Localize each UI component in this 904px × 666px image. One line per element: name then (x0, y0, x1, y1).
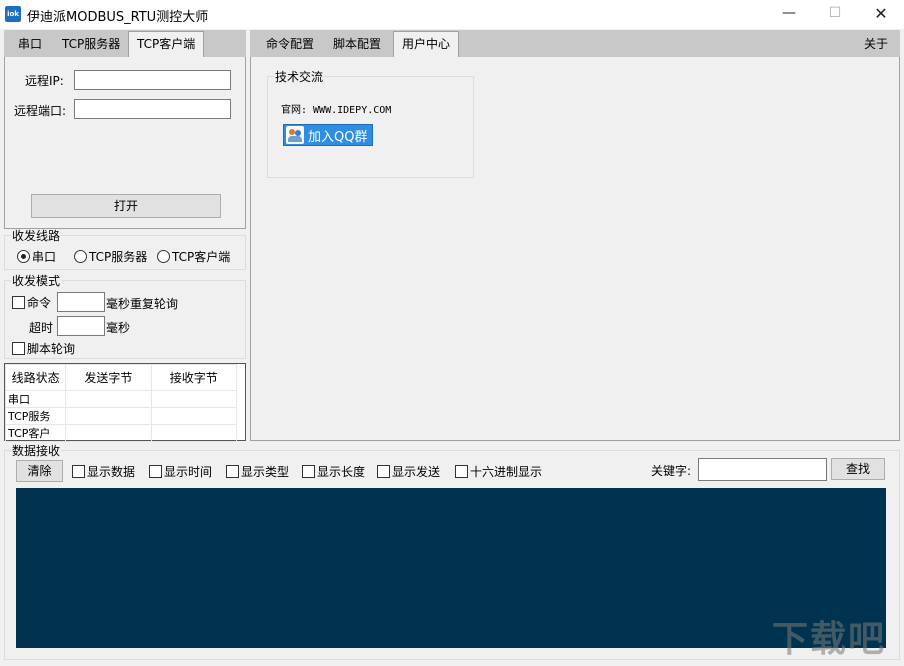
window-title: 伊迪派MODBUS_RTU测控大师 (27, 6, 208, 25)
remote-ip-input[interactable] (74, 70, 231, 90)
tcp-client-panel: 远程IP: 远程端口: 打开 (4, 57, 246, 229)
people-icon (286, 126, 304, 144)
checkbox-icon (302, 465, 315, 478)
show-data-checkbox[interactable]: 显示数据 (72, 463, 135, 480)
route-name-cell: TCP客户 (6, 425, 66, 442)
show-type-label: 显示类型 (241, 463, 289, 480)
status-table: 线路状态 发送字节 接收字节 串口 TCP服务 TCP客户 (5, 364, 237, 442)
command-checkbox[interactable]: 命令 (12, 294, 51, 311)
sent-bytes-cell (66, 391, 151, 408)
table-row: TCP服务 (6, 408, 237, 425)
checkbox-icon (12, 342, 25, 355)
radio-icon (157, 250, 170, 263)
route-name-cell: TCP服务 (6, 408, 66, 425)
tab-tcp-server[interactable]: TCP服务器 (54, 32, 128, 57)
timeout-suffix: 毫秒 (106, 319, 130, 336)
status-header: 线路状态 (6, 365, 66, 391)
checkbox-icon (149, 465, 162, 478)
maximize-button[interactable]: ☐ (812, 0, 858, 29)
join-qq-label: 加入QQ群 (308, 126, 367, 145)
tab-serial[interactable]: 串口 (10, 32, 50, 57)
recv-bytes-cell (151, 391, 236, 408)
sent-bytes-header: 发送字节 (66, 365, 151, 391)
route-radio-serial-label: 串口 (32, 248, 56, 265)
route-radio-serial[interactable]: 串口 (17, 248, 56, 265)
tab-command-config[interactable]: 命令配置 (258, 32, 322, 57)
join-qq-button[interactable]: 加入QQ群 (283, 124, 373, 146)
open-button[interactable]: 打开 (31, 194, 221, 218)
show-time-label: 显示时间 (164, 463, 212, 480)
sent-bytes-cell (66, 408, 151, 425)
sent-bytes-cell (66, 425, 151, 442)
checkbox-icon (226, 465, 239, 478)
remote-port-input[interactable] (74, 99, 231, 119)
show-type-checkbox[interactable]: 显示类型 (226, 463, 289, 480)
repeat-suffix: 毫秒重复轮询 (106, 295, 178, 312)
close-button[interactable]: ✕ (858, 0, 904, 29)
radio-selected-icon (17, 250, 30, 263)
tech-legend: 技术交流 (274, 68, 324, 85)
show-send-checkbox[interactable]: 显示发送 (377, 463, 440, 480)
timeout-input[interactable] (57, 316, 105, 336)
route-radio-tcp-client-label: TCP客户端 (172, 248, 230, 265)
table-row: TCP客户 (6, 425, 237, 442)
minimize-button[interactable]: — (766, 0, 812, 29)
search-button[interactable]: 查找 (831, 458, 885, 480)
route-radio-tcp-server-label: TCP服务器 (89, 248, 147, 265)
website-text: 官网: WWW.IDEPY.COM (281, 101, 391, 116)
title-bar: iok 伊迪派MODBUS_RTU测控大师 — ☐ ✕ (0, 0, 904, 29)
script-poll-label: 脚本轮询 (27, 340, 75, 357)
remote-ip-label: 远程IP: (25, 72, 64, 89)
tab-script-config[interactable]: 脚本配置 (325, 32, 389, 57)
receive-output-area[interactable] (16, 488, 886, 648)
script-poll-checkbox[interactable]: 脚本轮询 (12, 340, 75, 357)
status-table-container: 线路状态 发送字节 接收字节 串口 TCP服务 TCP客户 (4, 363, 246, 441)
show-time-checkbox[interactable]: 显示时间 (149, 463, 212, 480)
table-row: 串口 (6, 391, 237, 408)
checkbox-icon (377, 465, 390, 478)
watermark-logo: 下载吧 (772, 610, 886, 662)
command-checkbox-label: 命令 (27, 294, 51, 311)
show-data-label: 显示数据 (87, 463, 135, 480)
recv-bytes-cell (151, 425, 236, 442)
keyword-input[interactable] (698, 458, 827, 481)
checkbox-icon (72, 465, 85, 478)
recv-bytes-cell (151, 408, 236, 425)
mode-legend: 收发模式 (11, 272, 61, 289)
tech-group: 技术交流 (267, 68, 474, 178)
checkbox-icon (12, 296, 25, 309)
route-legend: 收发线路 (11, 227, 61, 244)
checkbox-icon (455, 465, 468, 478)
about-link[interactable]: 关于 (856, 32, 896, 57)
show-length-checkbox[interactable]: 显示长度 (302, 463, 365, 480)
recv-bytes-header: 接收字节 (151, 365, 236, 391)
clear-button[interactable]: 清除 (16, 460, 63, 482)
hex-display-label: 十六进制显示 (470, 463, 542, 480)
user-center-panel: 技术交流 官网: WWW.IDEPY.COM 加入QQ群 (250, 57, 900, 441)
hex-display-checkbox[interactable]: 十六进制显示 (455, 463, 542, 480)
route-name-cell: 串口 (6, 391, 66, 408)
remote-port-label: 远程端口: (14, 102, 66, 119)
route-radio-tcp-client[interactable]: TCP客户端 (157, 248, 230, 265)
receive-legend: 数据接收 (11, 442, 61, 459)
tab-tcp-client[interactable]: TCP客户端 (128, 31, 204, 58)
route-radio-tcp-server[interactable]: TCP服务器 (74, 248, 147, 265)
tab-user-center[interactable]: 用户中心 (393, 31, 459, 58)
right-tab-strip: 命令配置 脚本配置 用户中心 关于 (250, 30, 900, 57)
timeout-label: 超时 (29, 319, 53, 336)
radio-icon (74, 250, 87, 263)
show-send-label: 显示发送 (392, 463, 440, 480)
app-icon: iok (5, 6, 21, 22)
show-length-label: 显示长度 (317, 463, 365, 480)
keyword-label: 关键字: (651, 462, 691, 479)
command-interval-input[interactable] (57, 292, 105, 312)
left-tab-strip: 串口 TCP服务器 TCP客户端 (4, 30, 246, 57)
